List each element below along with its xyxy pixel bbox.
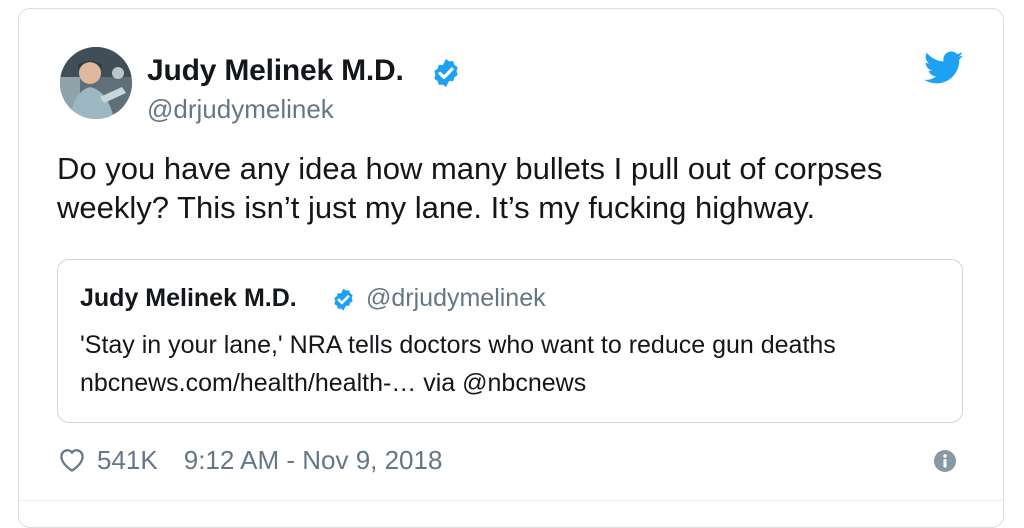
quoted-author-handle: @drjudymelinek [366,284,546,312]
info-icon[interactable] [933,449,957,473]
quoted-tweet[interactable]: Judy Melinek M.D. @drjudymelinek 'Stay i… [57,259,963,423]
author-display-name[interactable]: Judy Melinek M.D. [147,54,404,88]
avatar[interactable] [60,47,132,119]
tweet-card: Judy Melinek M.D. @drjudymelinek Do you … [18,8,1004,528]
avatar-photo [60,47,132,119]
quoted-text-line: 'Stay in your lane,' NRA tells doctors w… [80,331,836,359]
verified-badge-icon [334,288,353,311]
quoted-text-line: nbcnews.com/health/health-… via @nbcnews [80,369,587,397]
twitter-bird-icon[interactable] [924,51,964,85]
tweet-text: Do you have any idea how many bullets I … [57,149,977,227]
like-count[interactable]: 541K [97,445,158,476]
tweet-timestamp[interactable]: 9:12 AM - Nov 9, 2018 [184,445,443,476]
verified-badge-icon [434,59,458,87]
tweet-text-line: Do you have any idea how many bullets I … [57,151,883,186]
author-handle[interactable]: @drjudymelinek [147,94,334,125]
divider [19,500,1003,501]
tweet-footer: 541K 9:12 AM - Nov 9, 2018 [57,443,442,477]
quoted-tweet-text: 'Stay in your lane,' NRA tells doctors w… [80,326,836,402]
quoted-author-display-name: Judy Melinek M.D. [80,284,297,312]
tweet-text-line: weekly? This isn’t just my lane. It’s my… [57,190,816,225]
heart-icon[interactable] [57,445,87,475]
